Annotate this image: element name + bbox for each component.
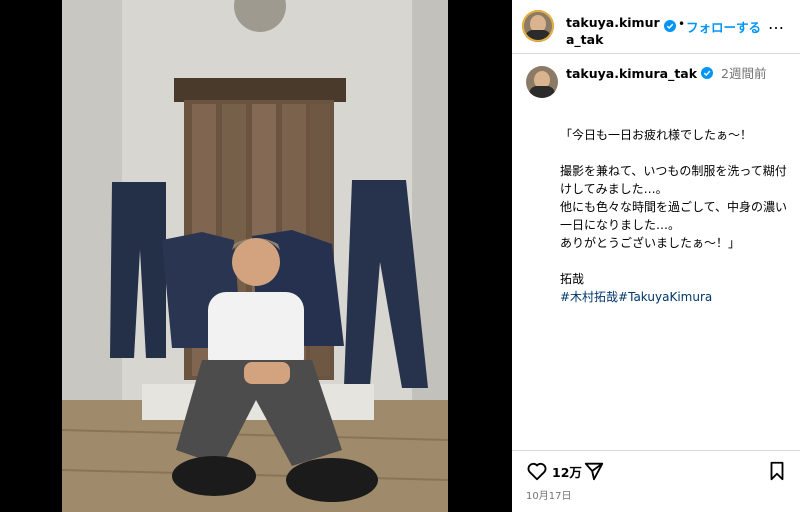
- like-count[interactable]: 12万: [552, 462, 582, 481]
- post-date[interactable]: 10月17日: [526, 487, 571, 502]
- post-side-panel: takuya.kimura_tak • フォローする … takuya.kimu…: [512, 0, 800, 512]
- caption-paragraph: 「今日も一日お疲れ様でしたぁ〜！: [560, 128, 753, 142]
- follow-button[interactable]: フォローする: [686, 17, 761, 36]
- verified-badge-icon: [664, 20, 676, 32]
- separator-dot: •: [678, 17, 686, 31]
- caption-text: 「今日も一日お疲れ様でしたぁ〜！ 撮影を兼ねて、いつもの制服を洗って糊付けしてみ…: [560, 126, 788, 324]
- bookmark-icon[interactable]: [766, 460, 788, 482]
- caption-hashtags[interactable]: #木村拓哉#TakuyaKimura: [560, 288, 788, 306]
- caption-header: takuya.kimura_tak 2週間前: [566, 66, 766, 82]
- heart-icon[interactable]: [526, 460, 548, 482]
- post-photo-illustration: [62, 0, 448, 512]
- share-icon[interactable]: [583, 460, 605, 482]
- more-options-icon[interactable]: …: [768, 14, 785, 33]
- caption-author-avatar[interactable]: [526, 66, 558, 98]
- post-header: takuya.kimura_tak • フォローする …: [512, 0, 800, 54]
- caption-username[interactable]: takuya.kimura_tak: [566, 66, 697, 81]
- post-photo: [62, 0, 448, 512]
- author-avatar[interactable]: [522, 10, 554, 42]
- author-username[interactable]: takuya.kimura_tak: [566, 14, 662, 48]
- caption-signature: 拓哉: [560, 272, 585, 286]
- instagram-post-modal: takuya.kimura_tak • フォローする … takuya.kimu…: [0, 0, 800, 512]
- post-actions: 12万 10月17日: [512, 450, 800, 512]
- verified-badge-icon: [701, 67, 714, 79]
- caption-paragraph: 撮影を兼ねて、いつもの制服を洗って糊付けしてみました…。 他にも色々な時間を過ご…: [560, 164, 788, 250]
- caption-time-ago[interactable]: 2週間前: [721, 66, 766, 81]
